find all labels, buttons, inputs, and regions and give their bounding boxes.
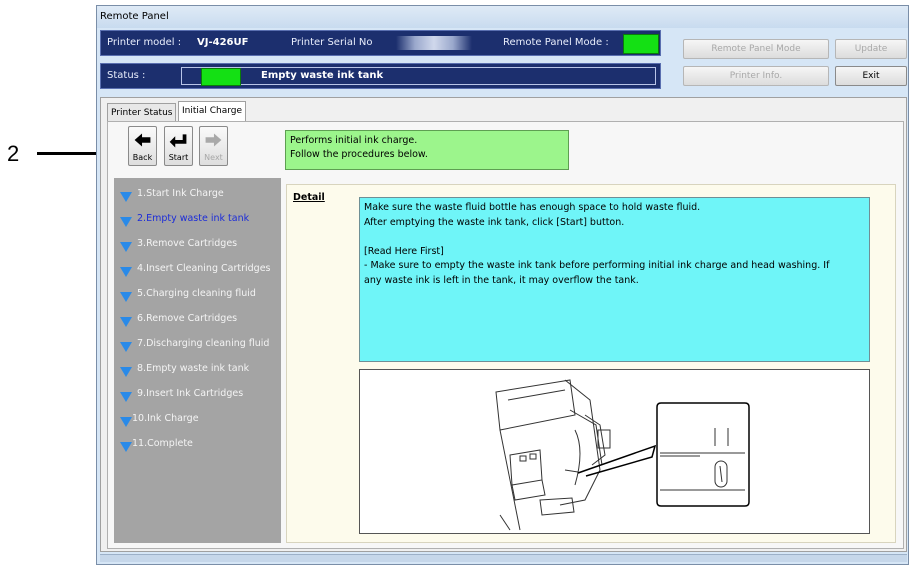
- bottom-status-strip: [100, 554, 907, 562]
- start-button[interactable]: Start: [164, 126, 193, 166]
- arrow-left-icon: [134, 133, 151, 147]
- step-item[interactable]: 6.Remove Cartridges: [114, 310, 281, 332]
- triangle-down-icon: [120, 392, 132, 402]
- printer-info-button[interactable]: Printer Info.: [683, 66, 829, 86]
- next-button[interactable]: Next: [199, 126, 228, 166]
- step-item[interactable]: 7.Discharging cleaning fluid: [114, 335, 281, 357]
- remote-panel-mode-label: Remote Panel Mode :: [503, 37, 609, 48]
- back-label: Back: [132, 153, 153, 162]
- serial-label: Printer Serial No: [291, 37, 373, 48]
- arrow-right-icon: [205, 133, 222, 147]
- initial-charge-panel: Back Start Next Performs initial ink cha…: [107, 121, 904, 549]
- enter-arrow-icon: [169, 134, 187, 148]
- update-button[interactable]: Update: [835, 39, 907, 59]
- printer-model-value: VJ-426UF: [197, 37, 249, 48]
- next-label: Next: [204, 153, 223, 162]
- content-area: Printer Status Initial Charge Back Start: [100, 97, 907, 552]
- step-item-active[interactable]: 2.Empty waste ink tank: [114, 210, 281, 232]
- step-list: 1.Start Ink Charge 2.Empty waste ink tan…: [114, 178, 281, 543]
- remote-panel-window: Remote Panel Printer model : VJ-426UF Pr…: [96, 5, 909, 565]
- triangle-down-icon: [120, 242, 132, 252]
- waste-ink-tank-illustration: [495, 379, 750, 531]
- info-message: Performs initial ink charge. Follow the …: [285, 130, 569, 170]
- back-button[interactable]: Back: [128, 126, 157, 166]
- step-item[interactable]: 8.Empty waste ink tank: [114, 360, 281, 382]
- triangle-down-icon: [120, 442, 132, 452]
- step-item[interactable]: 9.Insert Ink Cartridges: [114, 385, 281, 407]
- status-label: Status :: [107, 70, 146, 81]
- mode-indicator: [623, 34, 659, 54]
- triangle-down-icon: [120, 292, 132, 302]
- triangle-down-icon: [120, 267, 132, 277]
- printer-info-bar: Printer model : VJ-426UF Printer Serial …: [100, 30, 661, 56]
- status-indicator: [201, 68, 241, 86]
- step-item[interactable]: 11.Complete: [114, 435, 281, 457]
- info-line-1: Performs initial ink charge.: [290, 135, 418, 146]
- printer-illustration: [359, 369, 870, 534]
- status-value: Empty waste ink tank: [261, 70, 384, 81]
- triangle-down-icon: [120, 417, 132, 427]
- step-item[interactable]: 10.Ink Charge: [114, 410, 281, 432]
- detail-text: Make sure the waste fluid bottle has eno…: [359, 197, 870, 362]
- window-title: Remote Panel: [97, 6, 908, 28]
- detail-area: Detail Make sure the waste fluid bottle …: [286, 184, 896, 543]
- start-label: Start: [168, 153, 189, 162]
- step-item[interactable]: 3.Remove Cartridges: [114, 235, 281, 257]
- triangle-down-icon: [120, 217, 132, 227]
- triangle-down-icon: [120, 367, 132, 377]
- exit-button[interactable]: Exit: [835, 66, 907, 86]
- status-bar: Status : Empty waste ink tank: [100, 63, 661, 89]
- tab-printer-status[interactable]: Printer Status: [107, 103, 177, 121]
- printer-model-label: Printer model :: [107, 37, 182, 48]
- info-line-2: Follow the procedures below.: [290, 149, 428, 160]
- triangle-down-icon: [120, 342, 132, 352]
- triangle-down-icon: [120, 192, 132, 202]
- remote-panel-mode-button[interactable]: Remote Panel Mode: [683, 39, 829, 59]
- step-item[interactable]: 4.Insert Cleaning Cartridges: [114, 260, 281, 282]
- serial-value-redacted: [396, 36, 472, 50]
- step-item[interactable]: 5.Charging cleaning fluid: [114, 285, 281, 307]
- callout-number-2: 2: [7, 141, 20, 166]
- step-item[interactable]: 1.Start Ink Charge: [114, 185, 281, 207]
- detail-title: Detail: [293, 192, 325, 203]
- tab-initial-charge[interactable]: Initial Charge: [178, 101, 247, 121]
- triangle-down-icon: [120, 317, 132, 327]
- status-frame: [181, 67, 656, 85]
